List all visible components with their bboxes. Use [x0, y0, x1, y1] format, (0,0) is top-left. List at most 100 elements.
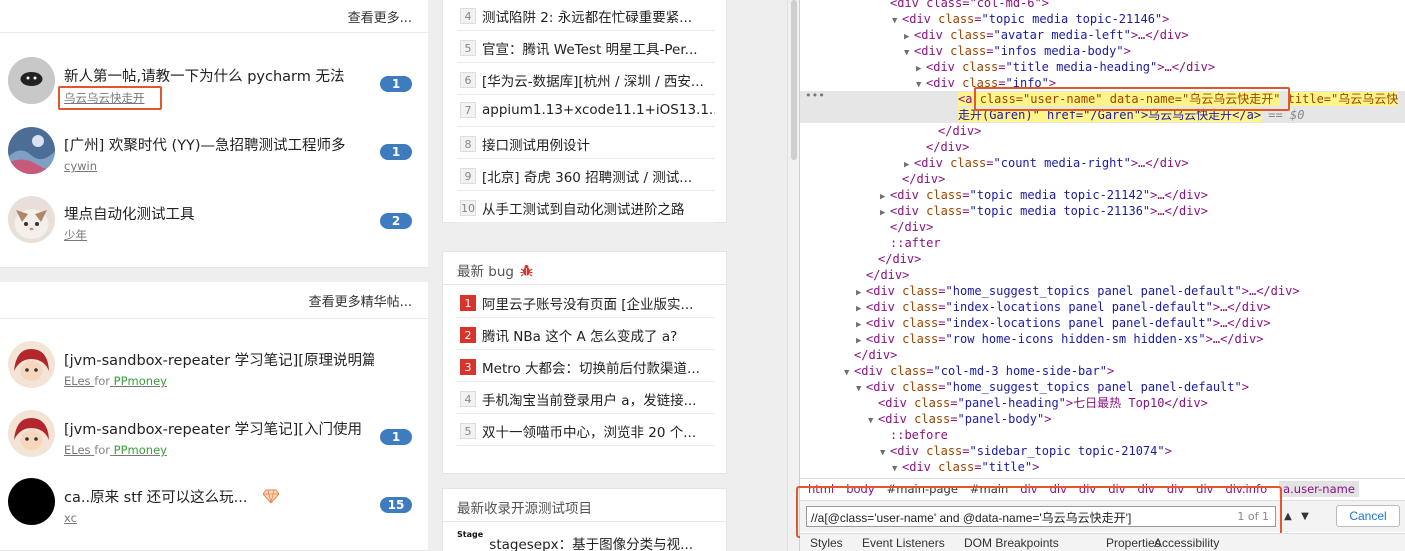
topic-author[interactable]: ELes for PPmoney	[64, 374, 167, 388]
dom-node[interactable]: ▼ <div class="infos media-body">	[800, 43, 1405, 59]
dom-node[interactable]: <span class="label label-default top2">1…	[800, 475, 1405, 477]
dom-node[interactable]: ▼ <div class="home_suggest_topics panel p…	[800, 379, 1405, 395]
elements-tree[interactable]: <div class="col-md-6"> ▼ <div class="topic…	[800, 0, 1405, 477]
avatar[interactable]	[8, 57, 55, 104]
list-item-title[interactable]: [华为云-数据库][杭州 / 深圳 / 西安...	[482, 74, 704, 90]
topic-item[interactable]: ca..原来 stf 还可以这么玩... xc 15	[0, 470, 428, 536]
oss-item[interactable]: Stage stagesepx：基于图像分类与视...	[457, 530, 693, 551]
scrollbar-thumb[interactable]	[791, 0, 797, 160]
topic-title[interactable]: [广州] 欢聚时代 (YY)—急招聘测试工程师多	[64, 134, 374, 155]
heading-divider	[443, 521, 726, 522]
dom-node[interactable]: ▶ <div class="row home-icons hidden-sm hi…	[800, 331, 1405, 347]
dom-node[interactable]: ▶ <div class="topic media topic-21142">…<…	[800, 187, 1405, 203]
list-item[interactable]: 7 appium1.13+xcode11.1+iOS13.1...	[457, 95, 715, 127]
list-item[interactable]: 5 官宣：腾讯 WeTest 明星工具-Per...	[457, 31, 715, 63]
list-item-title[interactable]: 手机淘宝当前登录用户 a，发链接...	[482, 393, 696, 409]
avatar[interactable]	[8, 410, 55, 457]
list-item[interactable]: 10 从手工测试到自动化测试进阶之路	[457, 191, 715, 223]
list-item[interactable]: 5 双十一领喵币中心，浏览非 20 个...	[457, 414, 715, 446]
more-actions-icon[interactable]: •••	[805, 89, 825, 102]
topic-item[interactable]: [jvm-sandbox-repeater 学习笔记][原理说明篇] 2 ELe…	[0, 332, 428, 398]
dom-node[interactable]: ▼ <div class="sidebar_topic topic-21074">	[800, 443, 1405, 459]
dom-node[interactable]: ▶ <div class="index-locations panel panel…	[800, 299, 1405, 315]
breadcrumb-item[interactable]: a.user-name	[1279, 481, 1359, 497]
devtools-panel: <div class="col-md-6"> ▼ <div class="topic…	[796, 0, 1405, 551]
author-name[interactable]: ELes	[64, 374, 91, 388]
author-name[interactable]: ELes	[64, 443, 91, 457]
tab-accessibility[interactable]: Accessibility	[1154, 535, 1219, 551]
avatar[interactable]	[8, 341, 55, 388]
list-item[interactable]: 4 测试陷阱 2: 永远都在忙碌重要紧...	[457, 0, 715, 31]
tab-styles[interactable]: Styles	[810, 535, 843, 551]
dom-node[interactable]: <div class="col-md-6">	[800, 0, 1405, 11]
dom-node[interactable]: ▶ <div class="index-locations panel panel…	[800, 315, 1405, 331]
list-item-title[interactable]: appium1.13+xcode11.1+iOS13.1...	[482, 102, 715, 118]
view-more-featured-link[interactable]: 查看更多精华帖...	[309, 291, 412, 310]
avatar[interactable]	[8, 478, 55, 525]
topic-title[interactable]: [jvm-sandbox-repeater 学习笔记][入门使用	[64, 418, 374, 439]
next-match-button[interactable]: ▼	[1297, 506, 1313, 527]
rank-number: 2	[460, 327, 476, 343]
list-item-title[interactable]: 腾讯 NBa 这个 A 怎么变成了 a?	[482, 329, 677, 345]
topic-author[interactable]: cywin	[64, 159, 97, 173]
topic-title[interactable]: [jvm-sandbox-repeater 学习笔记][原理说明篇] 2	[64, 349, 374, 370]
dom-node[interactable]: </div>	[800, 219, 1405, 235]
dom-node[interactable]: </div>	[800, 139, 1405, 155]
list-item-title[interactable]: Metro 大都会：切换前后付款渠道...	[482, 361, 700, 377]
topic-author[interactable]: 少年	[64, 227, 87, 243]
list-item[interactable]: 3 Metro 大都会：切换前后付款渠道...	[457, 350, 715, 382]
previous-match-button[interactable]: ▲	[1280, 506, 1296, 527]
tab-event-listeners[interactable]: Event Listeners	[862, 535, 945, 551]
topic-title[interactable]: 新人第一帖,请教一下为什么 pycharm 无法	[64, 65, 374, 86]
list-item[interactable]: 1 阿里云子账号没有页面 [企业版实...	[457, 286, 715, 318]
list-item-content: 8 接口测试用例设计	[460, 134, 590, 154]
dom-node[interactable]: ▼ <div class="title">	[800, 459, 1405, 475]
topic-author[interactable]: xc	[64, 511, 77, 525]
dom-node[interactable]: ::before	[800, 427, 1405, 443]
topic-item[interactable]: 埋点自动化测试工具 少年 2	[0, 187, 428, 253]
topic-item[interactable]: [广州] 欢聚时代 (YY)—急招聘测试工程师多 cywin 1	[0, 118, 428, 184]
list-item[interactable]: 4 手机淘宝当前登录用户 a，发链接...	[457, 382, 715, 414]
tab-dom-breakpoints[interactable]: DOM Breakpoints	[964, 535, 1059, 551]
list-item[interactable]: 6 [华为云-数据库][杭州 / 深圳 / 西安...	[457, 63, 715, 95]
dom-node[interactable]: </div>	[800, 347, 1405, 363]
list-item[interactable]: 2 腾讯 NBa 这个 A 怎么变成了 a?	[457, 318, 715, 350]
dom-node[interactable]: <div class="panel-heading">七日最热 Top10</d…	[800, 395, 1405, 411]
topic-title[interactable]: ca..原来 stf 还可以这么玩...	[64, 486, 247, 507]
dom-node[interactable]: </div>	[800, 171, 1405, 187]
topic-author[interactable]: ELes for PPmoney	[64, 443, 167, 457]
list-item-title[interactable]: 阿里云子账号没有页面 [企业版实...	[482, 297, 693, 313]
dom-node[interactable]: ▶ <div class="home_suggest_topics panel p…	[800, 283, 1405, 299]
list-item-title[interactable]: 官宣：腾讯 WeTest 明星工具-Per...	[482, 42, 698, 58]
oss-item-title[interactable]: stagesepx：基于图像分类与视...	[489, 537, 693, 551]
list-item-title[interactable]: 双十一领喵币中心，浏览非 20 个...	[482, 425, 696, 441]
view-more-link[interactable]: 查看更多...	[348, 7, 412, 26]
dom-node[interactable]: </div>	[800, 267, 1405, 283]
dom-node[interactable]: ▶ <div class="count media-right">…</div>	[800, 155, 1405, 171]
dom-node[interactable]: </div>	[800, 251, 1405, 267]
dom-node[interactable]: ▶ <div class="title media-heading">…</div…	[800, 59, 1405, 75]
cancel-button[interactable]: Cancel	[1336, 505, 1400, 527]
dom-node[interactable]: ▼ <div class="topic media topic-21146">	[800, 11, 1405, 27]
list-item-title[interactable]: [北京] 奇虎 360 招聘测试 / 测试...	[482, 170, 692, 186]
topic-title[interactable]: 埋点自动化测试工具	[64, 203, 374, 224]
company-link[interactable]: PPmoney	[114, 374, 167, 388]
dom-node[interactable]: ::after	[800, 235, 1405, 251]
avatar[interactable]	[8, 127, 55, 174]
dom-node[interactable]: ▼ <div class="col-md-3 home-side-bar">	[800, 363, 1405, 379]
list-item-title[interactable]: 从手工测试到自动化测试进阶之路	[482, 202, 685, 218]
list-item[interactable]: 9 [北京] 奇虎 360 招聘测试 / 测试...	[457, 159, 715, 191]
avatar[interactable]	[8, 196, 55, 243]
list-item-title[interactable]: 接口测试用例设计	[482, 138, 590, 154]
list-item[interactable]: 8 接口测试用例设计	[457, 127, 715, 159]
dom-node[interactable]: ▼ <div class="panel-body">	[800, 411, 1405, 427]
dom-node[interactable]: ▶ <div class="topic media topic-21136">…<…	[800, 203, 1405, 219]
page-scrollbar[interactable]	[787, 0, 800, 551]
topic-item[interactable]: [jvm-sandbox-repeater 学习笔记][入门使用 ELes fo…	[0, 401, 428, 467]
list-item-title[interactable]: 测试陷阱 2: 永远都在忙碌重要紧...	[482, 10, 692, 26]
tab-properties[interactable]: Properties	[1106, 535, 1161, 551]
dom-node[interactable]: ▶ <div class="avatar media-left">…</div>	[800, 27, 1405, 43]
dom-node[interactable]: </div>	[800, 123, 1405, 139]
rank-number: 4	[460, 391, 476, 407]
company-link[interactable]: PPmoney	[114, 443, 167, 457]
